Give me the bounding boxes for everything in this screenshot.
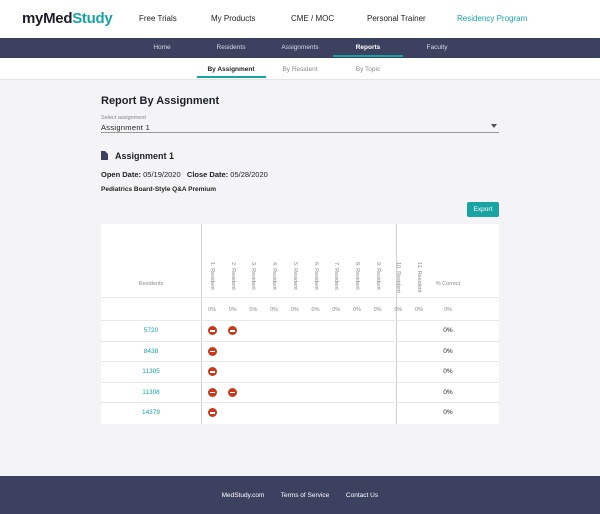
column-percent-11: 0% <box>415 307 423 313</box>
footer: MedStudy.com Terms of Service Contact Us <box>0 476 600 514</box>
sub-nav: By Assignment By Resident By Topic <box>0 58 600 80</box>
column-percent-10: 0% <box>394 307 403 313</box>
nav-personal-trainer[interactable]: Personal Trainer <box>367 14 426 23</box>
residents-header: Residents <box>138 281 164 287</box>
incorrect-icon <box>228 387 238 397</box>
column-header-11: 11. Resident <box>416 262 422 293</box>
document-icon <box>101 151 108 160</box>
resident-link[interactable]: 11305 <box>101 368 201 375</box>
column-header-6: 6. Resident <box>312 262 319 290</box>
column-percent-3: 0% <box>249 307 258 313</box>
column-header-2: 2. Resident <box>229 262 236 290</box>
report-table: Residents % Correct 0% 1. Resident 0% 2. R… <box>101 224 499 424</box>
table-header-divider <box>101 297 499 298</box>
resident-percent: 0% <box>443 368 453 375</box>
product-name: Pediatrics Board-Style Q&A Premium <box>101 186 216 193</box>
assignment-title: Assignment 1 <box>115 151 175 161</box>
column-percent-7: 0% <box>332 307 341 313</box>
column-percent-5: 0% <box>290 307 299 313</box>
column-percent-2: 0% <box>228 307 237 313</box>
column-percent-9: 0% <box>373 307 382 313</box>
incorrect-icon <box>207 367 217 376</box>
percent-correct-header: % Correct <box>435 281 461 287</box>
resident-percent: 0% <box>443 327 453 334</box>
close-date-label: Close Date: <box>186 170 229 179</box>
select-assignment-dropdown[interactable]: Assignment 1 <box>101 121 499 133</box>
incorrect-icon <box>207 346 217 356</box>
assignment-dates: Open Date: 05/19/2020 Close Date: 05/28/… <box>101 170 268 179</box>
resident-percent: 0% <box>443 409 453 416</box>
footer-contact-link[interactable]: Contact Us <box>346 492 378 499</box>
column-header-9: 9. Resident <box>374 262 381 290</box>
nav-free-trials[interactable]: Free Trials <box>139 14 177 23</box>
main-nav-residents[interactable]: Residents <box>217 44 246 51</box>
incorrect-icon <box>207 408 217 417</box>
table-divider-left <box>201 224 202 424</box>
resident-percent: 0% <box>443 347 453 355</box>
page-title: Report By Assignment <box>101 95 220 107</box>
footer-medstudy-link[interactable]: MedStudy.com <box>222 492 265 499</box>
resident-percent: 0% <box>443 388 453 396</box>
sub-nav-active-indicator <box>197 76 266 78</box>
main-nav-active-indicator <box>333 55 403 57</box>
open-date-label: Open Date: <box>101 170 142 179</box>
column-percent-1: 0% <box>208 307 216 313</box>
column-percent-4: 0% <box>270 307 279 313</box>
row-divider <box>101 361 499 362</box>
export-button[interactable]: Export <box>467 202 499 217</box>
column-percent-6: 0% <box>311 307 320 313</box>
main-nav-reports[interactable]: Reports <box>356 44 381 51</box>
nav-my-products[interactable]: My Products <box>211 14 255 23</box>
total-percent: 0% <box>444 307 452 313</box>
row-divider <box>101 402 499 403</box>
tab-by-assignment[interactable]: By Assignment <box>207 66 254 73</box>
main-nav-assignments[interactable]: Assignments <box>281 44 318 51</box>
column-header-8: 8. Resident <box>353 262 360 290</box>
resident-link[interactable]: 5720 <box>101 327 201 334</box>
chevron-down-icon <box>491 124 497 128</box>
logo-text-1: myMed <box>22 10 73 27</box>
tab-by-topic[interactable]: By Topic <box>356 66 380 73</box>
main-nav: Home Residents Assignments Reports Facul… <box>0 38 600 58</box>
logo-text-2: Study <box>72 10 113 27</box>
column-percent-8: 0% <box>352 307 361 313</box>
select-assignment-value: Assignment 1 <box>101 123 151 132</box>
column-header-4: 4. Resident <box>271 262 278 290</box>
resident-link[interactable]: 11308 <box>101 389 201 396</box>
close-date-value: 05/28/2020 <box>230 170 268 179</box>
column-header-1: 1. Resident <box>209 262 215 290</box>
incorrect-icon <box>207 326 217 335</box>
resident-link[interactable]: 14379 <box>101 409 201 416</box>
logo[interactable]: myMedStudy <box>22 10 113 27</box>
resident-link[interactable]: 8438 <box>101 348 201 355</box>
main-nav-home[interactable]: Home <box>153 44 170 51</box>
column-header-10: 10. Resident <box>395 262 402 293</box>
nav-cme-moc[interactable]: CME / MOC <box>291 14 334 23</box>
column-header-7: 7. Resident <box>333 262 340 290</box>
main-nav-faculty[interactable]: Faculty <box>427 44 448 51</box>
open-date-value: 05/19/2020 <box>143 170 181 179</box>
nav-residency-program[interactable]: Residency Program <box>457 14 527 23</box>
tab-by-resident[interactable]: By Resident <box>282 66 317 73</box>
top-header: myMedStudy Free Trials My Products CME /… <box>0 0 600 38</box>
footer-terms-link[interactable]: Terms of Service <box>281 492 329 499</box>
incorrect-icon <box>207 387 217 397</box>
row-divider <box>101 381 499 383</box>
column-header-3: 3. Resident <box>250 262 257 290</box>
incorrect-icon <box>228 326 238 335</box>
table-summary-divider <box>101 320 499 321</box>
table-divider-right <box>396 224 397 424</box>
row-divider <box>101 340 499 342</box>
column-header-5: 5. Resident <box>291 262 298 290</box>
